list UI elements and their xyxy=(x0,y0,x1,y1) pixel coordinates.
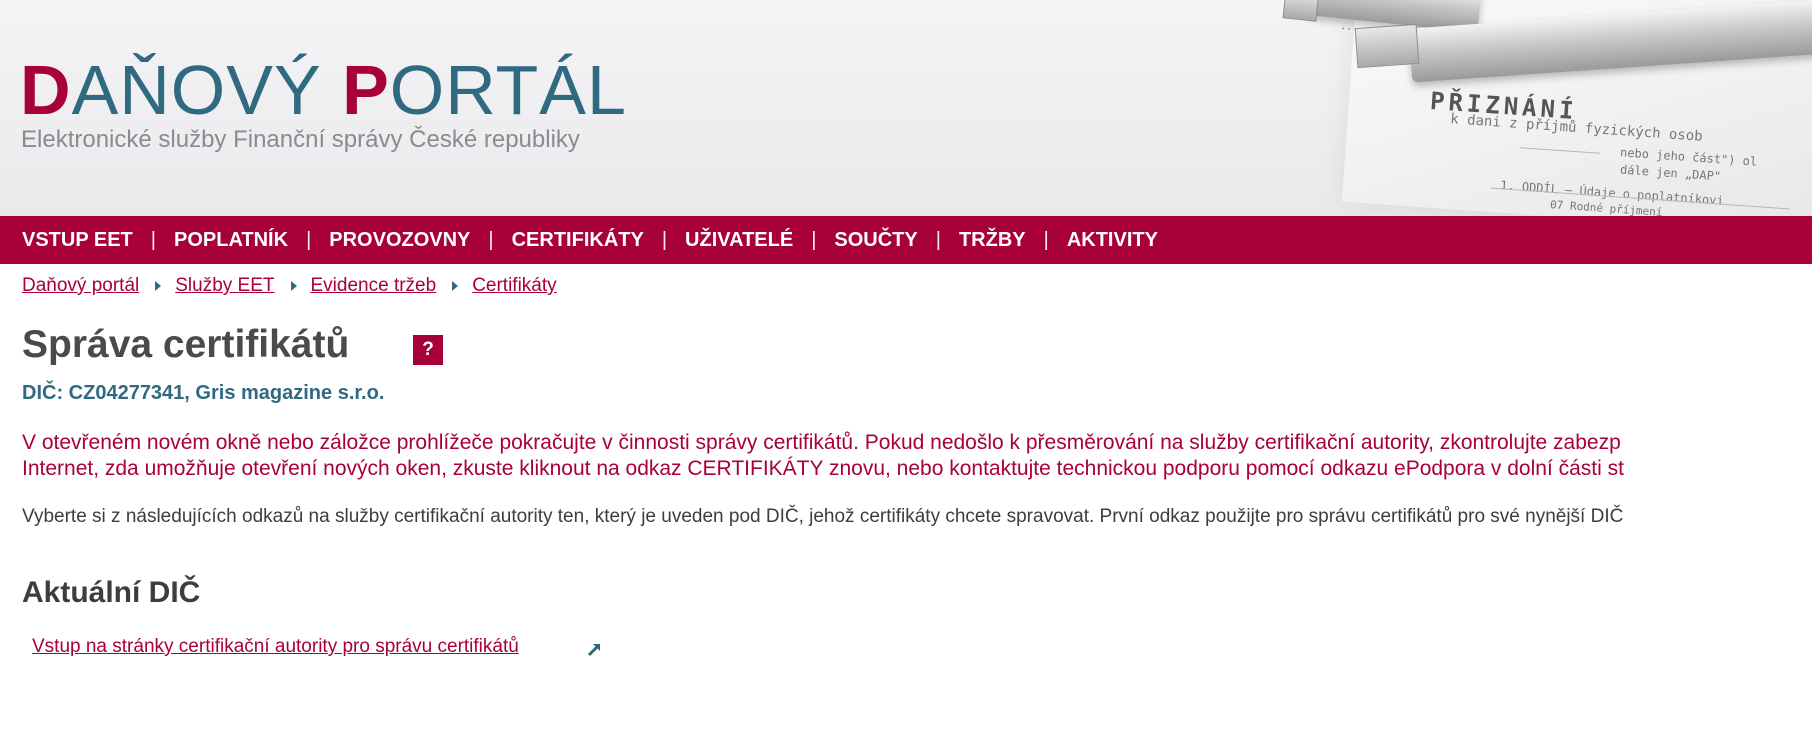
chevron-right-icon xyxy=(452,281,459,291)
usb-plug-image xyxy=(1282,0,1320,22)
site-header: DAŇOVÝ PORTÁL Elektronické služby Finanč… xyxy=(0,0,1812,216)
usb-plug-image xyxy=(1354,23,1420,69)
chevron-right-icon xyxy=(155,281,162,291)
chevron-right-icon xyxy=(290,281,297,291)
nav-item-soucty[interactable]: SOUČTY xyxy=(834,229,917,252)
redirect-notice-line-2: Internet, zda umožňuje otevření nových o… xyxy=(22,457,1624,480)
section-title-current-dic: Aktuální DIČ xyxy=(22,576,201,609)
nav-separator: | xyxy=(935,228,941,251)
page-title: Správa certifikátů xyxy=(22,323,350,366)
nav-separator: | xyxy=(488,228,494,251)
nav-separator: | xyxy=(811,228,817,251)
instructions-text: Vyberte si z následujících odkazů na slu… xyxy=(22,506,1624,527)
breadcrumb-link-evidence-trzeb[interactable]: Evidence tržeb xyxy=(311,275,437,297)
nav-separator: | xyxy=(661,228,668,251)
nav-item-uzivatele[interactable]: UŽIVATELÉ xyxy=(685,229,793,252)
redirect-notice: V otevřeném novém okně nebo záložce proh… xyxy=(22,430,1812,482)
nav-item-poplatnik[interactable]: POPLATNÍK xyxy=(174,229,288,252)
redirect-notice-line-1: V otevřeném novém okně nebo záložce proh… xyxy=(22,431,1621,454)
nav-item-provozovny[interactable]: PROVOZOVNY xyxy=(329,229,470,252)
breadcrumb-link-certifikaty[interactable]: Certifikáty xyxy=(472,275,556,297)
nav-item-aktivity[interactable]: AKTIVITY xyxy=(1067,229,1158,252)
portal-logo[interactable]: DAŇOVÝ PORTÁL xyxy=(20,52,627,128)
certificate-authority-link[interactable]: Vstup na stránky certifikační autority p… xyxy=(32,636,519,658)
portal-tagline: Elektronické služby Finanční správy Česk… xyxy=(21,126,580,153)
help-icon[interactable]: ? xyxy=(413,335,443,365)
main-navigation: VSTUP EET | POPLATNÍK | PROVOZOVNY | CER… xyxy=(0,216,1812,264)
nav-separator: | xyxy=(150,228,156,251)
taxpayer-dic: DIČ: CZ04277341, Gris magazine s.r.o. xyxy=(22,382,385,404)
nav-item-trzby[interactable]: TRŽBY xyxy=(959,229,1026,252)
nav-separator: | xyxy=(306,228,312,251)
breadcrumb: Daňový portál Služby EET Evidence tržeb … xyxy=(22,272,557,300)
breadcrumb-link-sluzby-eet[interactable]: Služby EET xyxy=(175,275,274,297)
header-decorative-image: ········· ······ ··· ··· ····· PŘIZNÁNÍ … xyxy=(1282,0,1812,216)
nav-item-certifikaty[interactable]: CERTIFIKÁTY xyxy=(512,229,644,252)
nav-separator: | xyxy=(1043,228,1049,251)
external-link-icon xyxy=(587,643,601,657)
breadcrumb-link-danovy-portal[interactable]: Daňový portál xyxy=(22,275,139,297)
nav-item-vstup-eet[interactable]: VSTUP EET xyxy=(22,229,133,252)
